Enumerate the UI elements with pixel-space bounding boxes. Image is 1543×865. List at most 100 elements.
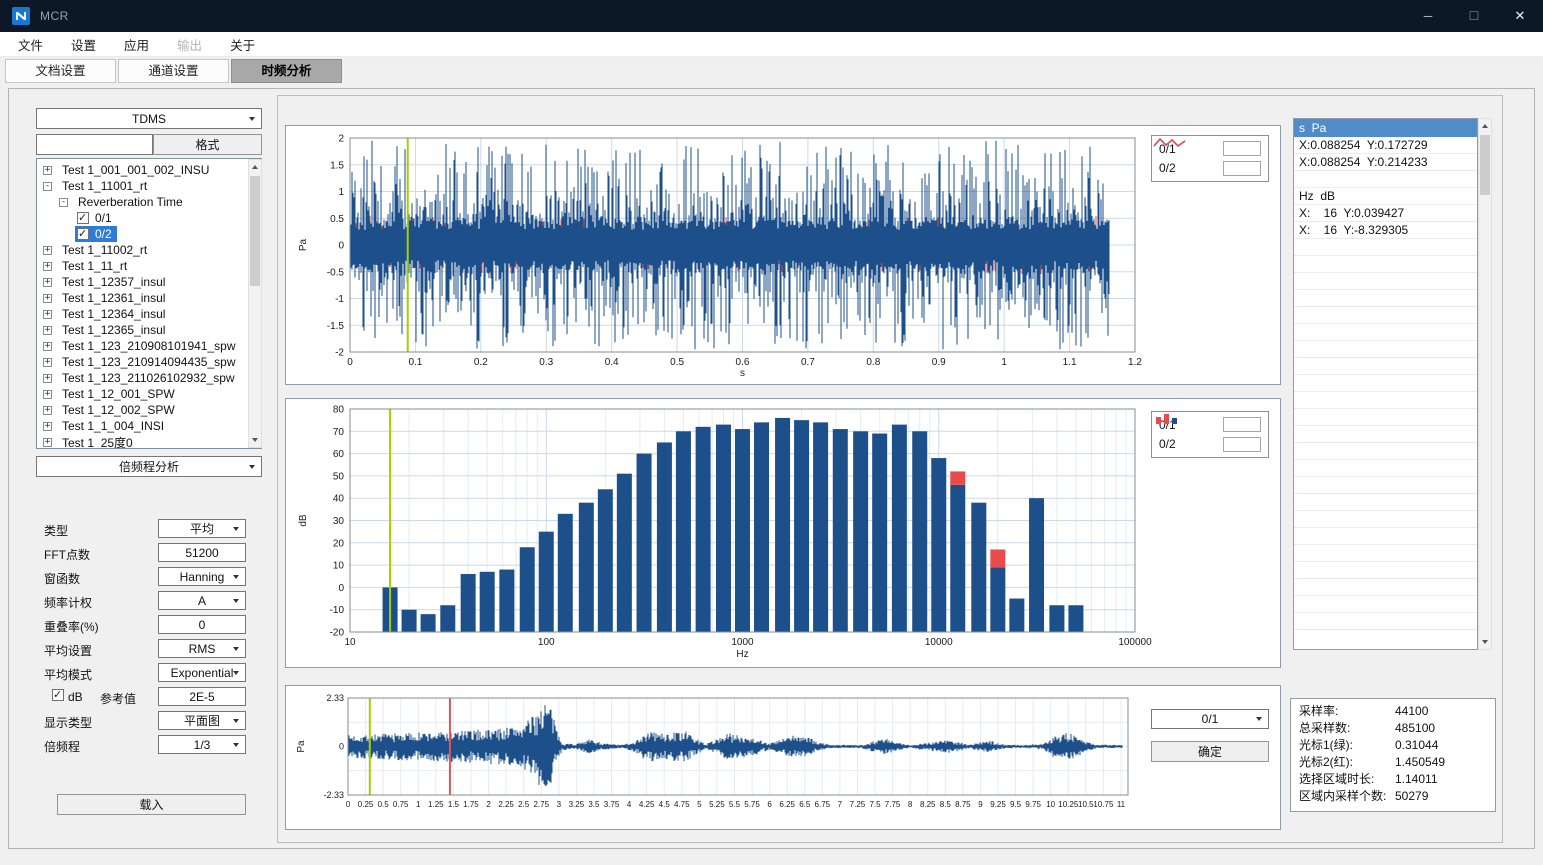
- overview-chart[interactable]: 00.250.50.7511.251.51.7522.252.52.7533.2…: [286, 686, 1280, 829]
- tree-expander-icon[interactable]: -: [43, 182, 52, 191]
- spectrum-bar[interactable]: [775, 418, 790, 632]
- list-row[interactable]: [1294, 613, 1477, 630]
- spectrum-bar[interactable]: [421, 614, 436, 632]
- list-row[interactable]: [1294, 579, 1477, 596]
- list-row[interactable]: [1294, 239, 1477, 256]
- tree-item-checkbox[interactable]: [77, 212, 89, 224]
- tree-expander-icon[interactable]: +: [43, 278, 52, 287]
- form-octave-select[interactable]: 1/3: [158, 735, 246, 754]
- menu-item-file[interactable]: 文件: [4, 32, 57, 57]
- spectrum-bar[interactable]: [579, 503, 594, 632]
- tree-scrollbar-thumb[interactable]: [250, 176, 260, 286]
- list-row[interactable]: [1294, 426, 1477, 443]
- list-row[interactable]: [1294, 307, 1477, 324]
- spectrum-bar[interactable]: [558, 514, 573, 632]
- format-button[interactable]: 格式: [153, 134, 262, 155]
- list-row[interactable]: Hz dB: [1294, 188, 1477, 205]
- list-row[interactable]: [1294, 290, 1477, 307]
- tree-item[interactable]: +Test 1_12_002_SPW: [37, 402, 261, 418]
- list-row[interactable]: [1294, 494, 1477, 511]
- tab-document-settings[interactable]: 文档设置: [5, 59, 116, 83]
- tree-expander-icon[interactable]: +: [43, 422, 52, 431]
- tree-item[interactable]: +Test 1_12357_insul: [37, 274, 261, 290]
- spectrum-bar[interactable]: [754, 422, 769, 632]
- list-row[interactable]: [1294, 562, 1477, 579]
- list-scrollbar[interactable]: [1478, 118, 1492, 650]
- spectrum-bar[interactable]: [539, 532, 554, 632]
- list-row[interactable]: [1294, 596, 1477, 613]
- list-row[interactable]: [1294, 341, 1477, 358]
- db-checkbox[interactable]: [52, 689, 64, 701]
- tree-item[interactable]: +Test 1_123_210914094435_spw: [37, 354, 261, 370]
- tree-expander-icon[interactable]: +: [43, 342, 52, 351]
- tree-item[interactable]: 0/1: [37, 210, 261, 226]
- list-row[interactable]: [1294, 324, 1477, 341]
- spectrum-bar[interactable]: [637, 454, 652, 632]
- spectrum-bar[interactable]: [402, 610, 417, 632]
- tree-item[interactable]: -Test 1_11001_rt: [37, 178, 261, 194]
- spectrum-bar[interactable]: [971, 503, 986, 632]
- tree-item[interactable]: 0/2: [37, 226, 261, 242]
- tree-expander-icon[interactable]: -: [59, 198, 68, 207]
- tab-channel-settings[interactable]: 通道设置: [118, 59, 229, 83]
- tree-item[interactable]: +Test 1_11_rt: [37, 258, 261, 274]
- channel-select[interactable]: 0/1: [1151, 709, 1269, 729]
- list-row[interactable]: [1294, 273, 1477, 290]
- minimize-button[interactable]: ─: [1405, 0, 1451, 32]
- tree-item[interactable]: +Test 1_123_211026102932_spw: [37, 370, 261, 386]
- spectrum-bar[interactable]: [892, 425, 907, 632]
- list-row[interactable]: [1294, 528, 1477, 545]
- spectrum-bar[interactable]: [833, 429, 848, 632]
- form-average-setting-select[interactable]: RMS: [158, 639, 246, 658]
- spectrum-bar[interactable]: [598, 489, 613, 632]
- confirm-button[interactable]: 确定: [1151, 741, 1269, 762]
- tree-expander-icon[interactable]: +: [43, 406, 52, 415]
- spectrum-bar[interactable]: [990, 567, 1005, 632]
- waveform-chart[interactable]: 00.10.20.30.40.50.60.70.80.911.11.221.51…: [286, 126, 1280, 384]
- tab-time-frequency-analysis[interactable]: 时频分析: [231, 59, 342, 83]
- spectrum-bar[interactable]: [617, 474, 632, 632]
- tree-item[interactable]: +Test 1_12_001_SPW: [37, 386, 261, 402]
- form-type-select[interactable]: 平均: [158, 519, 246, 538]
- list-row[interactable]: [1294, 477, 1477, 494]
- tree-item[interactable]: +Test 1_001_001_002_INSU: [37, 162, 261, 178]
- spectrum-bar[interactable]: [520, 547, 535, 632]
- tree-item-checkbox[interactable]: [77, 228, 89, 240]
- scroll-up-icon[interactable]: [1482, 124, 1488, 128]
- menu-item-settings[interactable]: 设置: [57, 32, 110, 57]
- analysis-type-select[interactable]: 倍频程分析: [36, 456, 262, 477]
- tree-item[interactable]: +Test 1_11002_rt: [37, 242, 261, 258]
- maximize-button[interactable]: ☐: [1451, 0, 1497, 32]
- form-frequency-weighting-select[interactable]: A: [158, 591, 246, 610]
- tree-item[interactable]: +Test 1_25度0: [37, 434, 261, 449]
- spectrum-bar-red[interactable]: [990, 549, 1005, 567]
- list-row[interactable]: [1294, 460, 1477, 477]
- tree-item[interactable]: +Test 1_123_210908101941_spw: [37, 338, 261, 354]
- spectrum-bar[interactable]: [912, 431, 927, 632]
- list-row[interactable]: X:0.088254 Y:0.214233: [1294, 154, 1477, 171]
- spectrum-bar[interactable]: [1068, 605, 1083, 632]
- form-display-type-select[interactable]: 平面图: [158, 711, 246, 730]
- filter-input[interactable]: [36, 134, 153, 155]
- menu-item-about[interactable]: 关于: [216, 32, 269, 57]
- list-row[interactable]: [1294, 375, 1477, 392]
- tree-expander-icon[interactable]: +: [43, 294, 52, 303]
- form-overlap-percent-input[interactable]: 0: [158, 615, 246, 634]
- tree-item[interactable]: -Reverberation Time: [37, 194, 261, 210]
- tree-expander-icon[interactable]: +: [43, 310, 52, 319]
- list-header[interactable]: s Pa: [1294, 119, 1477, 137]
- list-row[interactable]: [1294, 358, 1477, 375]
- scroll-down-icon[interactable]: [252, 438, 258, 442]
- spectrum-bar[interactable]: [1009, 599, 1024, 632]
- list-scrollbar-thumb[interactable]: [1480, 135, 1490, 195]
- spectrum-bar[interactable]: [461, 574, 476, 632]
- spectrum-bar[interactable]: [872, 434, 887, 632]
- tree-item[interactable]: +Test 1_12365_insul: [37, 322, 261, 338]
- tree-expander-icon[interactable]: +: [43, 246, 52, 255]
- spectrum-bar[interactable]: [853, 431, 868, 632]
- scroll-up-icon[interactable]: [252, 165, 258, 169]
- spectrum-bar[interactable]: [1049, 605, 1064, 632]
- legend-entry[interactable]: 0/2: [1159, 159, 1261, 178]
- tree-expander-icon[interactable]: +: [43, 326, 52, 335]
- list-row[interactable]: [1294, 256, 1477, 273]
